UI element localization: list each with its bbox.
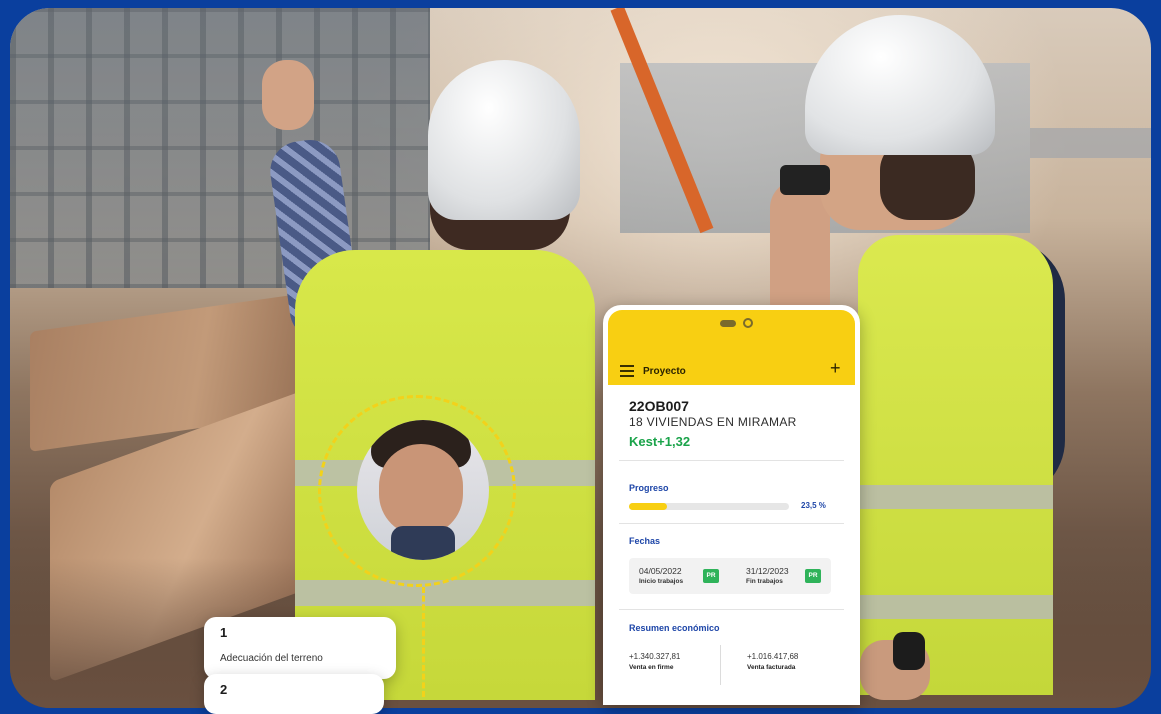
divider <box>619 609 844 610</box>
divider <box>619 460 844 461</box>
progress-value: 23,5 % <box>801 501 826 510</box>
billed-sale-value: +1.016.417,68 <box>747 652 799 661</box>
vest-stripe <box>858 595 1053 619</box>
phone-camera <box>743 318 753 328</box>
phone-mockup: Proyecto + 22OB007 18 VIVIENDAS EN MIRAM… <box>603 305 860 705</box>
summary-separator <box>720 645 721 685</box>
dates-title: Fechas <box>629 536 661 546</box>
firm-sale-value: +1.340.327,81 <box>629 652 681 661</box>
avatar-shirt <box>391 526 455 560</box>
end-date-badge: PR <box>805 569 821 583</box>
plus-icon[interactable]: + <box>830 359 841 377</box>
task-card[interactable]: 2 <box>204 674 384 714</box>
avatar-connector-line <box>422 587 425 697</box>
page-title: Proyecto <box>643 366 686 377</box>
avatar[interactable] <box>357 420 489 560</box>
project-code: 22OB007 <box>629 398 689 414</box>
kest-value: Kest+1,32 <box>629 434 691 449</box>
avatar-face <box>379 444 463 536</box>
task-number: 2 <box>220 682 228 697</box>
worker-right-vest <box>858 235 1053 695</box>
overpass <box>1030 128 1151 158</box>
start-date-label: Inicio trabajos <box>639 578 684 585</box>
scaffolding <box>10 8 430 288</box>
walkie-talkie <box>780 165 830 195</box>
start-date-badge: PR <box>703 569 719 583</box>
task-number: 1 <box>220 625 228 640</box>
end-date: 31/12/2023 <box>746 566 789 576</box>
vest-stripe <box>295 580 595 606</box>
worker-left-hand <box>262 60 314 130</box>
phone-header: Proyecto + <box>608 310 855 385</box>
progress-bar-fill <box>629 503 667 510</box>
progress-bar <box>629 503 789 510</box>
task-name: Adecuación del terreno <box>220 653 323 664</box>
end-date-label: Fin trabajos <box>746 578 783 585</box>
vest-stripe <box>858 485 1053 509</box>
menu-icon[interactable] <box>620 365 634 377</box>
summary-title: Resumen económico <box>629 623 720 633</box>
firm-sale-label: Venta en firme <box>629 664 674 671</box>
project-name: 18 VIVIENDAS EN MIRAMAR <box>629 415 797 429</box>
divider <box>619 523 844 524</box>
billed-sale-label: Venta facturada <box>747 664 796 671</box>
task-card[interactable]: 1 Adecuación del terreno <box>204 617 396 679</box>
worker-left-helmet <box>428 60 580 220</box>
phone-speaker <box>720 320 736 327</box>
dates-box: 04/05/2022 Inicio trabajos PR 31/12/2023… <box>629 558 831 594</box>
wrist-watch <box>893 632 925 670</box>
start-date: 04/05/2022 <box>639 566 682 576</box>
progress-title: Progreso <box>629 483 669 493</box>
